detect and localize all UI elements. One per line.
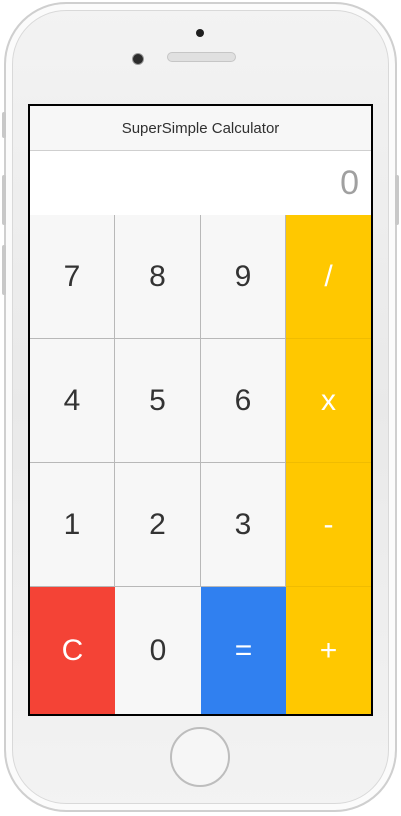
page-title: SuperSimple Calculator [121,119,280,137]
digit-5-button[interactable]: 5 [115,339,201,463]
multiply-button[interactable]: x [286,339,371,463]
subtract-button[interactable]: - [286,463,371,587]
navigation-bar: SuperSimple Calculator [30,106,371,151]
app-screen: SuperSimple Calculator 0 7 8 9 / 4 5 6 x… [28,104,373,716]
power-button [395,175,399,225]
volume-up-button [2,175,6,225]
front-camera-icon [132,53,144,65]
volume-down-button [2,245,6,295]
digit-3-button[interactable]: 3 [201,463,286,587]
digit-1-button[interactable]: 1 [30,463,115,587]
digit-7-button[interactable]: 7 [30,215,115,339]
display-value: 0 [340,163,359,202]
divide-button[interactable]: / [286,215,371,339]
digit-6-button[interactable]: 6 [201,339,286,463]
digit-8-button[interactable]: 8 [115,215,201,339]
add-button[interactable]: + [286,587,371,714]
digit-0-button[interactable]: 0 [115,587,201,714]
equals-button[interactable]: = [201,587,286,714]
digit-9-button[interactable]: 9 [201,215,286,339]
proximity-sensor [196,29,204,37]
result-display: 0 [30,151,371,215]
clear-button[interactable]: C [30,587,115,714]
earpiece-speaker [167,52,236,62]
home-button[interactable] [170,727,230,787]
digit-2-button[interactable]: 2 [115,463,201,587]
digit-4-button[interactable]: 4 [30,339,115,463]
mute-switch [2,112,6,138]
keypad: 7 8 9 / 4 5 6 x 1 2 3 - C 0 = + [30,215,371,714]
